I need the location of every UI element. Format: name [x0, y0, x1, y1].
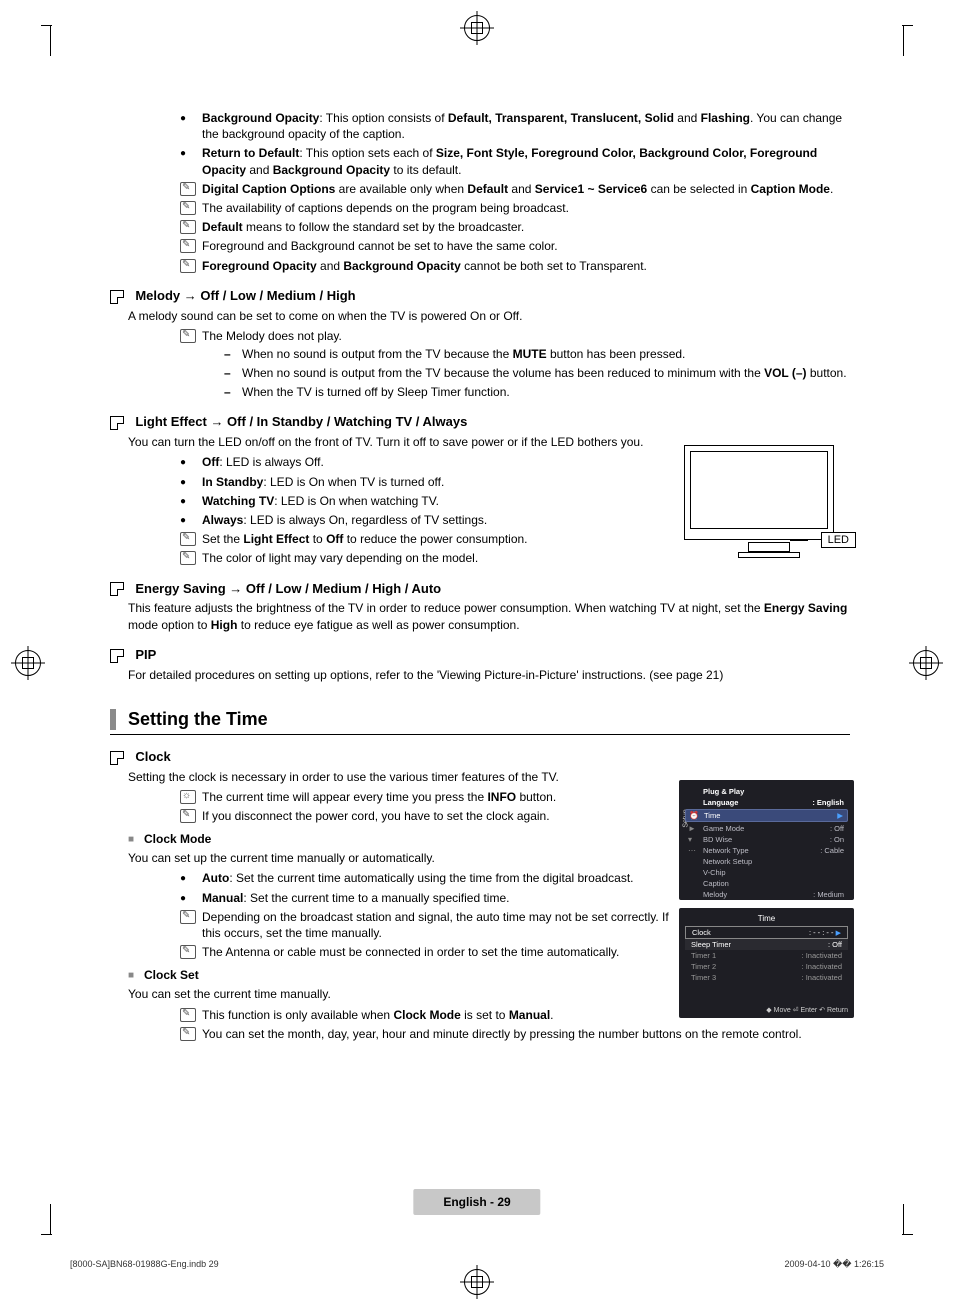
- registration-mark-icon: [464, 15, 490, 41]
- led-callout-label: LED: [821, 532, 856, 548]
- callout-line: [790, 540, 808, 541]
- section-body: You can turn the LED on/off on the front…: [128, 434, 648, 450]
- section-marker-icon: [110, 416, 124, 430]
- section-melody: Melody → Off / Low / Medium / High: [110, 288, 850, 304]
- osd-row: Timer 2: Inactivated: [685, 961, 848, 972]
- crop-mark: [902, 25, 904, 56]
- imprint-right: 2009-04-10 �� 1:26:15: [784, 1259, 884, 1270]
- caption-options-list: Background Opacity: This option consists…: [140, 110, 850, 274]
- clock-mode-list: Auto: Set the current time automatically…: [140, 870, 680, 960]
- osd-row: ⋯Network TypeCable: [685, 845, 848, 856]
- registration-mark-icon: [464, 1269, 490, 1295]
- list-item: Foreground and Background cannot be set …: [180, 238, 850, 254]
- page-content: Background Opacity: This option consists…: [110, 110, 850, 1042]
- crop-mark: [50, 25, 52, 56]
- list-item: Background Opacity: This option consists…: [180, 110, 850, 142]
- list-item: The Antenna or cable must be connected i…: [180, 944, 680, 960]
- section-body: For detailed procedures on setting up op…: [128, 667, 850, 683]
- tv-screen-icon: [690, 451, 828, 529]
- list-item: Manual: Set the current time to a manual…: [180, 890, 680, 906]
- list-item: Foreground Opacity and Background Opacit…: [180, 258, 850, 274]
- section-marker-icon: [110, 290, 124, 304]
- list-item: Digital Caption Options are available on…: [180, 181, 850, 197]
- section-title: Clock: [135, 749, 170, 764]
- osd-row: MelodyMedium: [685, 889, 848, 900]
- list-item: You can set the month, day, year, hour a…: [180, 1026, 850, 1042]
- section-marker-icon: [110, 582, 124, 596]
- section-light-effect: Light Effect → Off / In Standby / Watchi…: [110, 414, 850, 430]
- osd-row: Network Setup: [685, 856, 848, 867]
- list-item: Default means to follow the standard set…: [180, 219, 850, 235]
- section-body: This feature adjusts the brightness of t…: [128, 600, 850, 632]
- section-energy-saving: Energy Saving → Off / Low / Medium / Hig…: [110, 581, 850, 597]
- page-number-footer: English - 29: [413, 1189, 540, 1215]
- melody-sublist: When no sound is output from the TV beca…: [224, 346, 850, 401]
- crop-mark: [902, 1204, 904, 1235]
- melody-notes: The Melody does not play. When no sound …: [140, 328, 850, 401]
- imprint-line: [8000-SA]BN68-01988G-Eng.indb 29 2009-04…: [70, 1259, 884, 1270]
- section-body: A melody sound can be set to come on whe…: [128, 308, 850, 324]
- osd-row: Plug & Play: [685, 786, 848, 797]
- heading-rule: [110, 734, 850, 735]
- registration-mark-icon: [15, 650, 41, 676]
- tv-base-icon: [738, 552, 800, 558]
- list-item: When no sound is output from the TV beca…: [224, 365, 850, 381]
- osd-row: ►Game ModeOff: [685, 823, 848, 834]
- osd-setup-menu: Setup Plug & PlayLanguageEnglish⏰Time▶►G…: [679, 780, 854, 900]
- osd-row: ⏰Time▶: [685, 809, 848, 822]
- section-title: Melody → Off / Low / Medium / High: [135, 288, 355, 303]
- osd-row: Timer 1: Inactivated: [685, 950, 848, 961]
- osd-row: Caption: [685, 878, 848, 889]
- section-clock: Clock: [110, 749, 850, 765]
- list-item: Return to Default: This option sets each…: [180, 145, 850, 177]
- section-pip: PIP: [110, 647, 850, 663]
- note-text: The Melody does not play.: [202, 329, 342, 343]
- crop-mark: [50, 1204, 52, 1235]
- list-item: Auto: Set the current time automatically…: [180, 870, 680, 886]
- osd-row: V-Chip: [685, 867, 848, 878]
- list-item: Depending on the broadcast station and s…: [180, 909, 680, 941]
- osd-row: Sleep Timer: Off: [685, 939, 848, 950]
- list-item: When the TV is turned off by Sleep Timer…: [224, 384, 850, 400]
- osd-row: Timer 3: Inactivated: [685, 972, 848, 983]
- osd-row: Clock: - - : - - ▶: [685, 926, 848, 939]
- section-title: Light Effect → Off / In Standby / Watchi…: [135, 414, 467, 429]
- list-item: The availability of captions depends on …: [180, 200, 850, 216]
- osd-footer-hints: ◆ Move ⏎ Enter ↶ Return: [766, 1006, 848, 1014]
- osd-row: LanguageEnglish: [685, 797, 848, 808]
- section-marker-icon: [110, 649, 124, 663]
- osd-row: ▾BD WiseOn: [685, 834, 848, 845]
- tv-frame-icon: [684, 445, 834, 540]
- major-heading: Setting the Time: [110, 709, 850, 730]
- osd-title: Time: [685, 914, 848, 923]
- section-title: PIP: [135, 647, 156, 662]
- imprint-left: [8000-SA]BN68-01988G-Eng.indb 29: [70, 1259, 219, 1270]
- registration-mark-icon: [913, 650, 939, 676]
- osd-time-menu: Time Clock: - - : - - ▶Sleep Timer: OffT…: [679, 908, 854, 1018]
- tv-led-figure: LED: [684, 445, 854, 570]
- tv-stand-icon: [748, 542, 790, 552]
- section-title: Energy Saving → Off / Low / Medium / Hig…: [135, 581, 441, 596]
- section-marker-icon: [110, 751, 124, 765]
- list-item: When no sound is output from the TV beca…: [224, 346, 850, 362]
